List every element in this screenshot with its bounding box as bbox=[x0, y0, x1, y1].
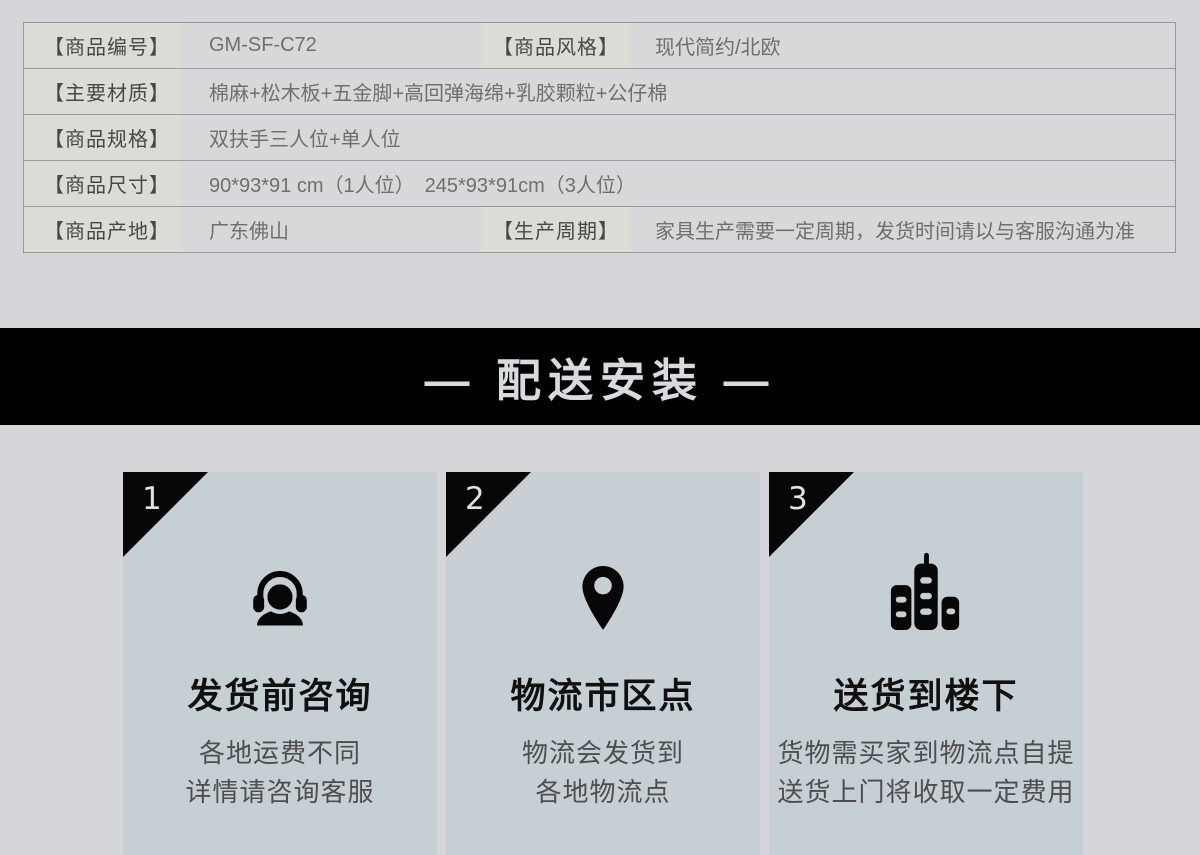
card-description-line: 各地运费不同 bbox=[123, 734, 437, 773]
card-description: 物流会发货到 各地物流点 bbox=[446, 734, 760, 812]
card-number: 2 bbox=[465, 481, 485, 517]
card-number: 1 bbox=[142, 481, 162, 517]
card-description: 各地运费不同 详情请咨询客服 bbox=[123, 734, 437, 812]
spec-label: 【主要材质】 bbox=[24, 69, 181, 114]
spec-value: 家具生产需要一定周期，发货时间请以与客服沟通为准 bbox=[631, 207, 1175, 252]
spec-value: GM-SF-C72 bbox=[181, 23, 481, 68]
section-title: — 配送安装 — bbox=[424, 344, 775, 409]
table-row: 【商品尺寸】 90*93*91 cm（1人位） 245*93*91cm（3人位） bbox=[24, 161, 1175, 207]
location-pin-icon bbox=[446, 544, 760, 632]
card-description: 货物需买家到物流点自提 送货上门将收取一定费用 bbox=[769, 734, 1083, 812]
card-title: 物流市区点 bbox=[446, 668, 760, 719]
card-delivery-downstairs: 3 送货到楼下 货物需买家到物流点自提 送货上门将收取一定费用 bbox=[769, 472, 1083, 855]
card-title: 送货到楼下 bbox=[769, 668, 1083, 719]
spec-label: 【商品产地】 bbox=[24, 207, 181, 252]
spec-value: 现代简约/北欧 bbox=[631, 23, 1175, 68]
delivery-install-banner: — 配送安装 — bbox=[0, 328, 1200, 425]
spec-label: 【商品尺寸】 bbox=[24, 161, 181, 206]
spec-label: 【商品编号】 bbox=[24, 23, 181, 68]
card-logistics-point: 2 物流市区点 物流会发货到 各地物流点 bbox=[446, 472, 760, 855]
spec-label: 【生产周期】 bbox=[481, 207, 631, 252]
card-description-line: 物流会发货到 bbox=[446, 734, 760, 773]
card-pre-shipping-consult: 1 发货前咨询 各地运费不同 详情请咨询客服 bbox=[123, 472, 437, 855]
spec-value: 90*93*91 cm（1人位） 245*93*91cm（3人位） bbox=[181, 161, 1175, 206]
table-row: 【商品产地】 广东佛山 【生产周期】 家具生产需要一定周期，发货时间请以与客服沟… bbox=[24, 207, 1175, 252]
spec-label: 【商品风格】 bbox=[481, 23, 631, 68]
card-description-line: 货物需买家到物流点自提 bbox=[769, 734, 1083, 773]
table-row: 【商品编号】 GM-SF-C72 【商品风格】 现代简约/北欧 bbox=[24, 23, 1175, 69]
spec-value: 棉麻+松木板+五金脚+高回弹海绵+乳胶颗粒+公仔棉 bbox=[181, 69, 1175, 114]
table-row: 【商品规格】 双扶手三人位+单人位 bbox=[24, 115, 1175, 161]
card-title: 发货前咨询 bbox=[123, 668, 437, 719]
delivery-info-cards: 1 发货前咨询 各地运费不同 详情请咨询客服 2 物流市区点 bbox=[123, 472, 1083, 855]
spec-label: 【商品规格】 bbox=[24, 115, 181, 160]
buildings-icon bbox=[769, 544, 1083, 632]
customer-service-headset-icon bbox=[123, 544, 437, 632]
spec-value: 广东佛山 bbox=[181, 207, 481, 252]
spec-value: 双扶手三人位+单人位 bbox=[181, 115, 1175, 160]
card-description-line: 详情请咨询客服 bbox=[123, 773, 437, 812]
card-number: 3 bbox=[788, 481, 808, 517]
card-description-line: 送货上门将收取一定费用 bbox=[769, 773, 1083, 812]
table-row: 【主要材质】 棉麻+松木板+五金脚+高回弹海绵+乳胶颗粒+公仔棉 bbox=[24, 69, 1175, 115]
product-spec-table: 【商品编号】 GM-SF-C72 【商品风格】 现代简约/北欧 【主要材质】 棉… bbox=[23, 22, 1176, 253]
card-description-line: 各地物流点 bbox=[446, 773, 760, 812]
